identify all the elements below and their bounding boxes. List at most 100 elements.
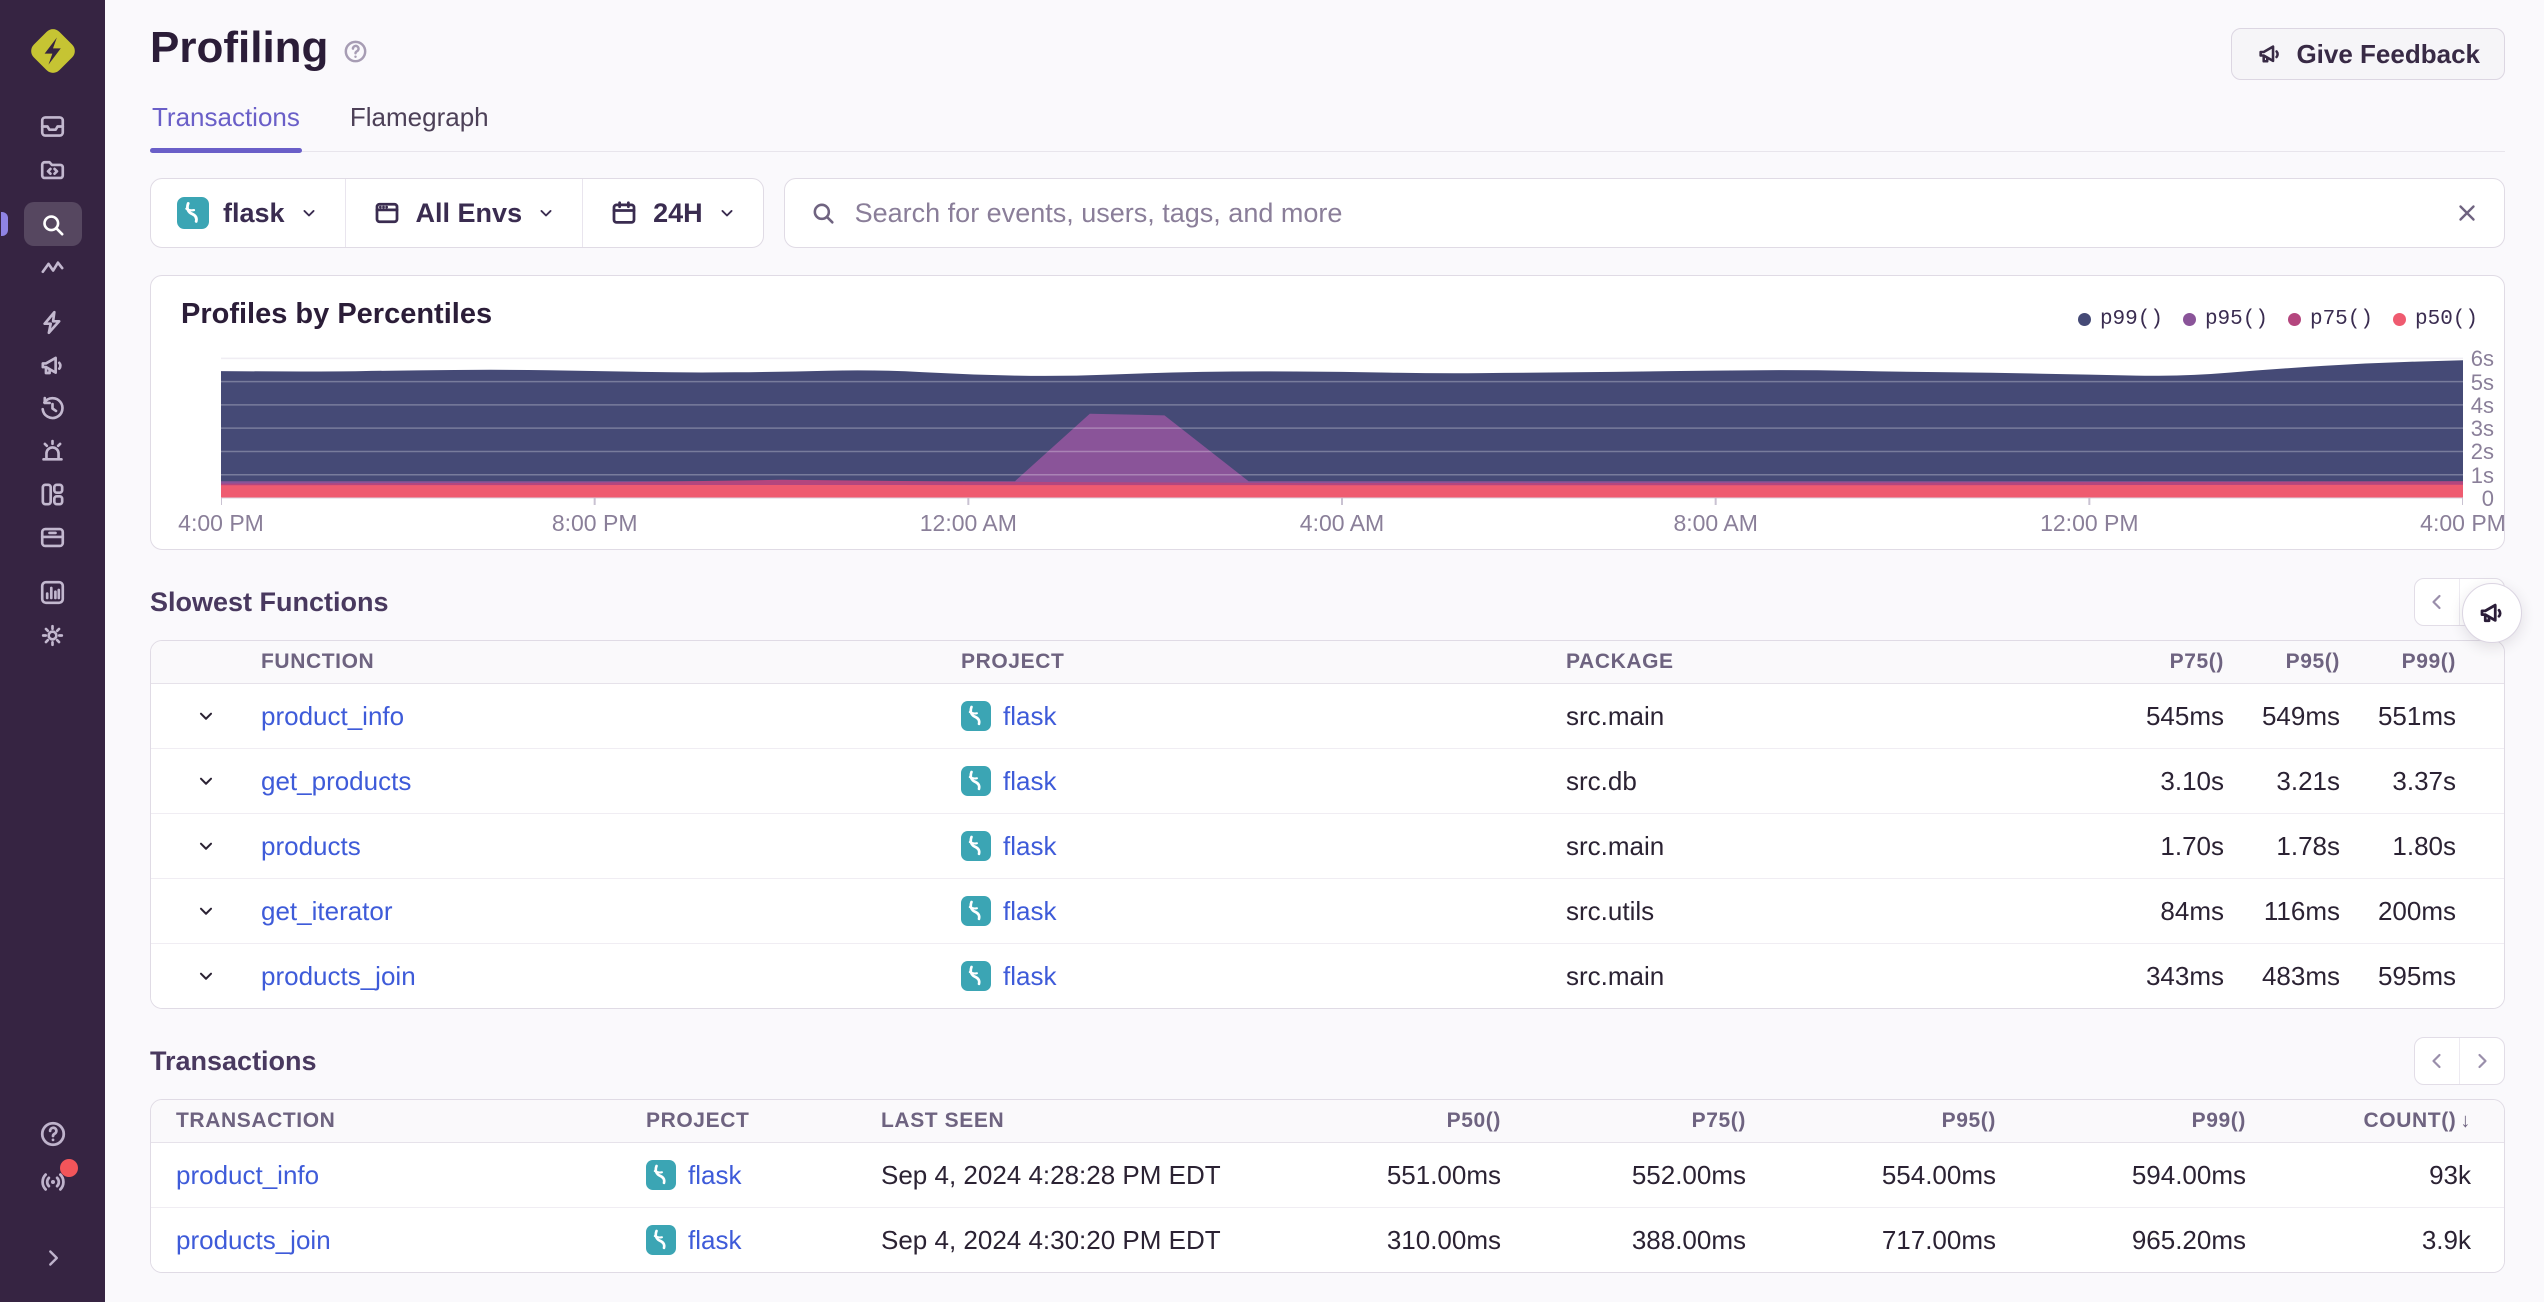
project-cell: flask	[961, 831, 1566, 862]
table-row: product_info flask Sep 4, 2024 4:28:28 PM…	[151, 1143, 2504, 1207]
x-axis-tick: 12:00 PM	[2040, 510, 2139, 536]
column-header[interactable]: PACKAGE	[1566, 650, 2108, 674]
function-link[interactable]: products_join	[261, 961, 416, 991]
sidebar-item-feedback[interactable]	[24, 347, 82, 383]
function-name: products_join	[261, 961, 961, 992]
sidebar-bottom	[0, 1114, 105, 1278]
p95-value: 554.00ms	[1881, 1159, 1996, 1190]
tab-transactions[interactable]: Transactions	[150, 96, 302, 153]
expand-row-button[interactable]	[195, 900, 217, 922]
legend-item-p75[interactable]: p75()	[2287, 308, 2373, 331]
table-header-row: FUNCTION PROJECT PACKAGE P75() P95() P99()	[151, 641, 2504, 684]
last-seen-cell: Sep 4, 2024 4:30:20 PM EDT	[881, 1224, 1221, 1255]
table-header-row: TRANSACTION PROJECT LAST SEEN P50() P75() P95…	[151, 1100, 2504, 1143]
project-link[interactable]: flask	[688, 1160, 741, 1191]
x-axis-tick: 8:00 AM	[1673, 510, 1758, 536]
function-link[interactable]: get_products	[261, 766, 411, 796]
search-icon	[809, 199, 837, 227]
sentry-logo[interactable]	[22, 20, 84, 82]
column-header[interactable]: TRANSACTION	[151, 1109, 646, 1133]
legend-label: p50()	[2414, 308, 2478, 331]
give-feedback-button[interactable]: Give Feedback	[2231, 28, 2505, 80]
column-header[interactable]: P50()	[1256, 1109, 1501, 1133]
next-page-button[interactable]	[2459, 1038, 2504, 1084]
expand-row-button[interactable]	[195, 965, 217, 987]
flask-project-icon	[961, 766, 991, 796]
releases-icon	[38, 523, 67, 552]
column-header-sorted[interactable]: COUNT() ↓	[2246, 1109, 2471, 1133]
tab-flamegraph[interactable]: Flamegraph	[348, 96, 491, 151]
legend-item-p50[interactable]: p50()	[2392, 308, 2478, 331]
help-circle-icon[interactable]	[342, 38, 369, 65]
boost-icon	[38, 308, 67, 337]
floating-feedback-button[interactable]	[2462, 583, 2522, 643]
p99-value: 1.80s	[2392, 830, 2456, 861]
flask-project-icon	[646, 1160, 676, 1190]
legend-item-p95[interactable]: p95()	[2182, 308, 2268, 331]
column-header[interactable]: P99()	[2340, 650, 2456, 674]
sidebar-item-releases[interactable]	[24, 519, 82, 555]
column-header[interactable]: P99()	[1996, 1109, 2246, 1133]
transactions-pagination	[2414, 1037, 2505, 1085]
slowest-functions-header: Slowest Functions	[150, 578, 2505, 626]
transaction-link[interactable]: products_join	[176, 1225, 331, 1255]
column-header[interactable]: FUNCTION	[261, 650, 961, 674]
column-header[interactable]: P75()	[2108, 650, 2224, 674]
function-name: products	[261, 831, 961, 862]
column-header[interactable]: P95()	[1746, 1109, 1996, 1133]
function-link[interactable]: products	[261, 831, 361, 861]
expand-row-button[interactable]	[195, 770, 217, 792]
search-input[interactable]	[852, 196, 2438, 230]
project-link[interactable]: flask	[1003, 701, 1056, 732]
function-link[interactable]: product_info	[261, 701, 404, 731]
transaction-link[interactable]: product_info	[176, 1160, 319, 1190]
x-axis-tick: 8:00 PM	[551, 510, 638, 536]
sidebar-item-dashboards[interactable]	[24, 476, 82, 512]
clear-search-icon[interactable]	[2454, 200, 2480, 226]
sidebar-expand-button[interactable]	[33, 1238, 73, 1278]
table-row: product_info flask src.main 545ms 549ms 551m…	[151, 684, 2504, 748]
issues-icon	[38, 112, 67, 141]
project-link[interactable]: flask	[1003, 831, 1056, 862]
p99-value: 3.37s	[2392, 765, 2456, 796]
megaphone-icon	[2256, 40, 2284, 68]
sidebar-item-boost[interactable]	[24, 304, 82, 340]
legend-item-p99[interactable]: p99()	[2077, 308, 2163, 331]
project-cell: flask	[646, 1225, 881, 1256]
project-link[interactable]: flask	[1003, 896, 1056, 927]
column-header[interactable]: LAST SEEN	[881, 1109, 1256, 1133]
slowest-functions-table: FUNCTION PROJECT PACKAGE P75() P95() P99() pr…	[150, 640, 2505, 1009]
sidebar-item-settings[interactable]	[24, 617, 82, 653]
explore-icon	[38, 210, 67, 239]
sidebar-item-traces[interactable]	[24, 249, 82, 285]
sidebar-help-button[interactable]	[33, 1114, 73, 1154]
function-link[interactable]: get_iterator	[261, 896, 393, 926]
previous-page-button[interactable]	[2415, 579, 2459, 625]
sidebar-item-alerts[interactable]	[24, 433, 82, 469]
sidebar-item-explore[interactable]	[0, 202, 82, 246]
project-link[interactable]: flask	[1003, 961, 1056, 992]
project-link[interactable]: flask	[1003, 766, 1056, 797]
sidebar-item-issues[interactable]	[24, 108, 82, 144]
project-cell: flask	[961, 701, 1566, 732]
project-link[interactable]: flask	[688, 1225, 741, 1256]
p99-value: 551ms	[2377, 700, 2456, 731]
expand-row-button[interactable]	[195, 705, 217, 727]
column-header[interactable]: PROJECT	[961, 650, 1566, 674]
sidebar-item-stats[interactable]	[24, 574, 82, 610]
sidebar-whats-new-button[interactable]	[33, 1159, 78, 1202]
previous-page-button[interactable]	[2415, 1038, 2459, 1084]
sidebar-item-projects[interactable]	[24, 151, 82, 187]
expand-row-button[interactable]	[195, 835, 217, 857]
traces-icon	[38, 253, 67, 282]
table-row: products flask src.main 1.70s 1.78s 1.80s	[151, 813, 2504, 878]
column-header[interactable]: P75()	[1501, 1109, 1746, 1133]
column-header[interactable]: P95()	[2224, 650, 2340, 674]
function-name: get_iterator	[261, 896, 961, 927]
project-filter[interactable]: flask	[151, 179, 345, 247]
chart-title: Profiles by Percentiles	[181, 298, 493, 330]
column-header[interactable]: PROJECT	[646, 1109, 881, 1133]
sidebar-item-replays[interactable]	[24, 390, 82, 426]
date-range-filter[interactable]: 24H	[582, 179, 763, 247]
environment-filter[interactable]: All Envs	[344, 179, 583, 247]
